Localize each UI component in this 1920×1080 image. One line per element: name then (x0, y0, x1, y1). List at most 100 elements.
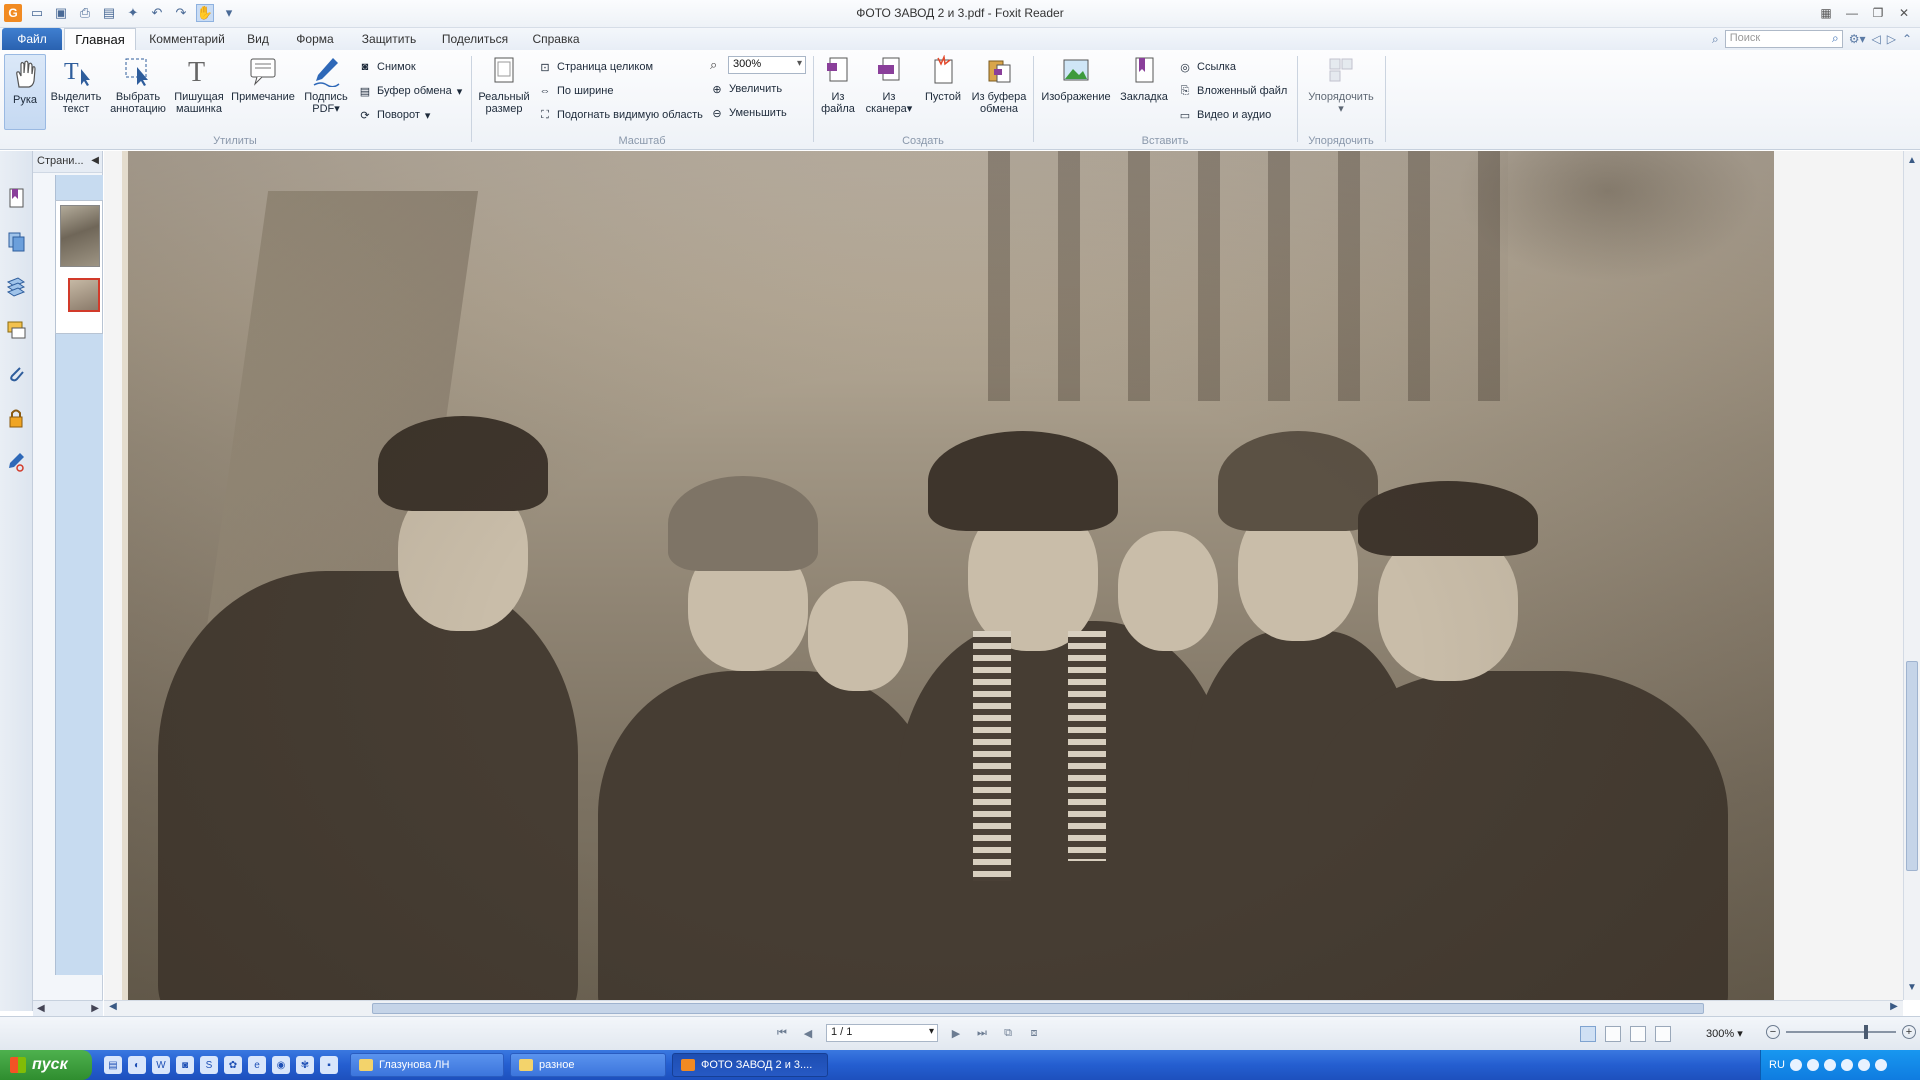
page-thumbnail-viewport[interactable] (68, 278, 100, 312)
skype-icon[interactable]: S (200, 1056, 218, 1074)
last-page-icon[interactable]: ⏭ (974, 1025, 990, 1041)
actual-size-button[interactable]: Реальный размер (476, 54, 532, 115)
volume-icon[interactable] (1823, 1059, 1836, 1071)
fit-visible-button[interactable]: ⛶ Подогнать видимую область (538, 106, 703, 124)
antivirus-icon[interactable] (1840, 1059, 1853, 1071)
scroll-right-icon[interactable]: ▶ (1887, 1001, 1901, 1016)
hand-button[interactable]: Рука (4, 54, 46, 130)
horizontal-scrollbar[interactable]: ◀ ▶ (104, 1000, 1903, 1016)
camera-app-icon[interactable]: ◙ (176, 1056, 194, 1074)
taskbar-item-foxit[interactable]: ФОТО ЗАВОД 2 и 3.... (672, 1053, 828, 1077)
restore-button[interactable]: ❐ (1866, 3, 1890, 23)
first-page-icon[interactable]: ⏮ (774, 1025, 790, 1041)
page-thumbnail[interactable] (60, 205, 100, 267)
tab-comment[interactable]: Комментарий (142, 28, 232, 50)
blank-button[interactable]: Пустой (920, 54, 966, 103)
zoom-out-button[interactable]: ⊖ Уменьшить (710, 104, 786, 122)
page-number-input[interactable]: 1 / 1 (826, 1024, 938, 1042)
scroll-left-icon[interactable]: ◀ (37, 1003, 45, 1014)
tab-file[interactable]: Файл (2, 28, 62, 50)
document-viewer[interactable] (104, 151, 1903, 1000)
search-input[interactable]: Поиск ⌕ (1724, 30, 1843, 48)
status-zoom-value[interactable]: 300% ▾ (1706, 1027, 1743, 1040)
bookmarks-panel-icon[interactable] (5, 187, 27, 209)
taskbar-item-folder-raznoe[interactable]: разное (510, 1053, 666, 1077)
update-icon[interactable] (1857, 1059, 1870, 1071)
start-button[interactable]: пуск (0, 1050, 92, 1080)
image-button[interactable]: Изображение (1040, 54, 1112, 103)
scroll-left-icon[interactable]: ◀ (106, 1001, 120, 1016)
collapse-ribbon-icon[interactable]: ⌃ (1902, 32, 1912, 46)
scroll-down-icon[interactable]: ▼ (1904, 982, 1920, 996)
settings-icon[interactable]: ⚙▾ (1849, 32, 1866, 46)
terminal-icon[interactable]: ▪ (320, 1056, 338, 1074)
tab-help[interactable]: Справка (526, 28, 586, 50)
tab-home[interactable]: Главная (64, 28, 136, 50)
tab-protect[interactable]: Защитить (354, 28, 424, 50)
collapse-panel-icon[interactable]: ◀ (91, 155, 99, 166)
butterfly-icon[interactable]: ✿ (224, 1056, 242, 1074)
scroll-right-icon[interactable]: ▶ (91, 1003, 99, 1014)
minimize-button[interactable]: — (1840, 3, 1864, 23)
from-scanner-button[interactable]: Из сканера▾ (862, 54, 916, 115)
continuous-view-icon[interactable] (1605, 1026, 1621, 1042)
video-audio-button[interactable]: ▭ Видео и аудио (1178, 106, 1271, 124)
snapshot-button[interactable]: ◙ Снимок (358, 58, 416, 76)
note-button[interactable]: Примечание (230, 54, 296, 103)
previous-view-icon[interactable]: ⧉ (1000, 1025, 1016, 1041)
next-view-icon[interactable]: ⧈ (1026, 1025, 1042, 1041)
scroll-up-icon[interactable]: ▲ (1904, 155, 1920, 169)
show-desktop-icon[interactable]: ▤ (104, 1056, 122, 1074)
clipboard-button[interactable]: ▤ Буфер обмена ▾ (358, 82, 462, 100)
vertical-scrollbar[interactable]: ▲ ▼ (1903, 151, 1920, 1000)
tab-form[interactable]: Форма (290, 28, 340, 50)
word-icon[interactable]: W (152, 1056, 170, 1074)
security-panel-icon[interactable] (5, 407, 27, 429)
bookmark-button[interactable]: Закладка (1116, 54, 1172, 103)
zoom-out-small-icon[interactable]: − (1766, 1025, 1780, 1039)
zoom-select[interactable]: 300% (728, 56, 806, 74)
fit-page-button[interactable]: ⊡ Страница целиком (538, 58, 653, 76)
attachments-panel-icon[interactable] (5, 363, 27, 385)
previous-page-icon[interactable]: ◀ (800, 1025, 816, 1041)
close-button[interactable]: ✕ (1892, 3, 1916, 23)
pages-panel-scrollbar[interactable]: ◀ ▶ (33, 1000, 103, 1016)
facing-view-icon[interactable] (1630, 1026, 1646, 1042)
tray-arrow-icon[interactable] (1789, 1059, 1802, 1071)
sign-pdf-button[interactable]: Подпись PDF▾ (300, 54, 352, 115)
firefox-icon[interactable]: ◉ (272, 1056, 290, 1074)
from-file-button[interactable]: Из файла (818, 54, 858, 115)
arrange-button[interactable]: Упорядочить ▾ (1302, 54, 1380, 115)
search-icon[interactable]: ⌕ (1832, 31, 1839, 46)
zoom-in-small-icon[interactable]: + (1902, 1025, 1916, 1039)
horizontal-scroll-thumb[interactable] (372, 1003, 1704, 1014)
continuous-facing-view-icon[interactable] (1655, 1026, 1671, 1042)
zoom-slider[interactable]: − + (1766, 1025, 1916, 1039)
next-page-icon[interactable]: ▶ (948, 1025, 964, 1041)
zoom-slider-track[interactable] (1786, 1025, 1896, 1039)
select-text-button[interactable]: T Выделить текст (50, 54, 102, 115)
single-page-view-icon[interactable] (1580, 1026, 1596, 1042)
attach-file-button[interactable]: ⎘ Вложенный файл (1178, 82, 1288, 100)
from-clipboard-button[interactable]: Из буфера обмена (968, 54, 1030, 115)
tray-app-icon[interactable] (1874, 1059, 1887, 1071)
link-button[interactable]: ◎ Ссылка (1178, 58, 1236, 76)
tab-view[interactable]: Вид (238, 28, 278, 50)
network-icon[interactable] (1806, 1059, 1819, 1071)
taskbar-item-folder-glazunova[interactable]: Глазунова ЛН (350, 1053, 504, 1077)
find-icon[interactable]: ⌕ (1712, 32, 1719, 47)
zoom-in-button[interactable]: ⊕ Увеличить (710, 80, 782, 98)
explorer-icon[interactable]: e (248, 1056, 266, 1074)
rotate-button[interactable]: ⟳ Поворот ▾ (358, 106, 430, 124)
language-indicator[interactable]: RU (1769, 1059, 1785, 1071)
tab-share[interactable]: Поделиться (436, 28, 514, 50)
forward-icon[interactable]: ▷ (1887, 32, 1896, 46)
layout-icon[interactable]: ▦ (1814, 3, 1838, 23)
layers-panel-icon[interactable] (5, 275, 27, 297)
typewriter-button[interactable]: T Пишущая машинка (172, 54, 226, 115)
back-icon[interactable]: ◁ (1871, 32, 1880, 46)
vertical-scroll-thumb[interactable] (1906, 661, 1918, 871)
browser-icon[interactable]: ◐ (128, 1056, 146, 1074)
fit-width-button[interactable]: ⇔ По ширине (538, 82, 614, 100)
zoom-slider-knob[interactable] (1864, 1025, 1868, 1039)
